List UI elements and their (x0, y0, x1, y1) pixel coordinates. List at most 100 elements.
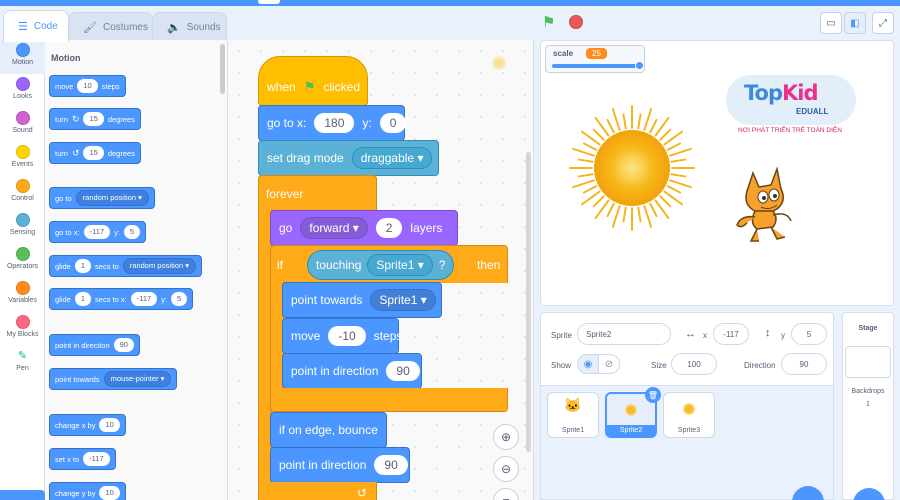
block-dropdown[interactable]: random position ▾ (75, 190, 149, 206)
sun-sprite[interactable] (569, 105, 695, 231)
small-stage-button[interactable]: ▭ (820, 12, 842, 34)
size-input[interactable]: 100 (671, 353, 717, 375)
block-input[interactable]: 10 (99, 486, 120, 500)
normal-stage-button[interactable]: ◧ (844, 12, 866, 34)
variable-monitor[interactable]: scale 25 (545, 45, 645, 73)
block-dropdown[interactable]: Sprite1 ▾ (370, 289, 436, 311)
block-input[interactable]: 90 (386, 361, 420, 381)
category-my-blocks[interactable]: My Blocks (0, 312, 45, 346)
category-looks[interactable]: Looks (0, 74, 45, 108)
category-variables[interactable]: Variables (0, 278, 45, 312)
palette-block-goto[interactable]: go to random position ▾ (49, 187, 155, 209)
block-input[interactable]: 15 (83, 146, 104, 160)
block-input[interactable]: 10 (77, 79, 98, 93)
block-dropdown[interactable]: mouse-pointer ▾ (103, 371, 172, 387)
sprite-thumb-sprite2[interactable]: Sprite2 🗑 (605, 387, 661, 438)
palette-block-point-towards[interactable]: point towards mouse-pointer ▾ (49, 368, 178, 390)
category-events[interactable]: Events (0, 142, 45, 176)
block-if-touching[interactable]: if touching Sprite1 ▾ ? then (270, 245, 508, 283)
block-dropdown[interactable]: random position ▾ (122, 258, 197, 274)
palette-block-set-x[interactable]: set x to -117 (49, 448, 116, 470)
block-input[interactable]: 180 (314, 113, 355, 133)
cat-sprite[interactable] (733, 165, 795, 245)
stage-canvas[interactable]: scale 25 TopKid EDUALL NƠI PHÁT TRIỂN TR… (540, 40, 894, 306)
palette-block-glide-xy[interactable]: glide 1 secs to x: -117 y: 5 (49, 288, 194, 310)
block-input[interactable]: 90 (113, 338, 134, 352)
palette-block-glide-to[interactable]: glide 1 secs to random position ▾ (49, 255, 203, 277)
green-flag-button[interactable]: ⚑ (542, 13, 555, 31)
size-label: Size (651, 361, 667, 370)
block-input[interactable]: 5 (123, 225, 141, 239)
block-dropdown[interactable]: Sprite1 ▾ (367, 254, 433, 276)
block-input[interactable]: 5 (171, 292, 188, 306)
forever-bottom: ↺ (258, 482, 377, 500)
block-input[interactable]: -117 (83, 452, 110, 466)
script-area[interactable]: when ⚑ clicked go to x: 180 y: 0 set dra… (228, 40, 534, 500)
palette-block-point-direction[interactable]: point in direction 90 (49, 334, 140, 356)
block-input[interactable]: 1 (74, 292, 92, 306)
block-input[interactable]: 1 (74, 259, 92, 273)
tab-sounds[interactable]: 🔈 Sounds (152, 12, 227, 42)
tab-costumes[interactable]: 🖌 Costumes (68, 12, 153, 42)
palette-block-goto-xy[interactable]: go to x: -117 y: 5 (49, 221, 147, 243)
category-operators[interactable]: Operators (0, 244, 45, 278)
block-text: glide (55, 294, 71, 304)
palette-block-change-y[interactable]: change y by 10 (49, 482, 126, 500)
delete-sprite-button[interactable]: 🗑 (645, 387, 661, 403)
category-motion[interactable]: Motion (0, 40, 45, 74)
palette-block-change-x[interactable]: change x by 10 (49, 414, 126, 436)
palette-block-turn-right[interactable]: turn ↻ 15 degrees (49, 108, 141, 130)
direction-input[interactable]: 90 (781, 353, 827, 375)
category-control[interactable]: Control (0, 176, 45, 210)
block-set-drag-mode[interactable]: set drag mode draggable ▾ (258, 140, 439, 176)
block-forever[interactable]: forever (258, 175, 377, 211)
category-pen[interactable]: ✎ Pen (0, 346, 45, 380)
block-go-layers[interactable]: go forward ▾ 2 layers (270, 210, 458, 246)
fullscreen-button[interactable]: ⤢ (872, 12, 894, 34)
monitor-slider-knob[interactable] (635, 61, 644, 70)
stage-thumbnail[interactable] (845, 346, 891, 378)
tab-code[interactable]: ☰ Code (3, 10, 69, 42)
block-when-flag-clicked[interactable]: when ⚑ clicked (258, 56, 368, 106)
sprite-thumb-sprite3[interactable]: Sprite3 (663, 392, 715, 438)
block-input[interactable]: 15 (83, 112, 104, 126)
extension-button[interactable] (0, 490, 45, 500)
block-input[interactable]: 2 (375, 218, 403, 238)
block-move[interactable]: move -10 steps (282, 318, 402, 354)
block-dropdown[interactable]: forward ▾ (300, 217, 368, 239)
monitor-slider-track[interactable] (552, 64, 640, 68)
dropdown-value: Sprite1 (376, 258, 415, 272)
block-text: point towards (55, 374, 100, 384)
block-input[interactable]: -10 (328, 326, 366, 346)
block-input[interactable]: 0 (379, 113, 407, 133)
x-input[interactable]: -117 (713, 323, 749, 345)
category-sensing[interactable]: Sensing (0, 210, 45, 244)
block-input[interactable]: 10 (99, 418, 120, 432)
block-input[interactable]: 90 (374, 455, 408, 475)
y-input[interactable]: 5 (791, 323, 827, 345)
hide-sprite-button[interactable]: ⊘ (598, 354, 620, 374)
workspace-scrollbar[interactable] (526, 152, 531, 452)
stage-selector[interactable]: Stage Backdrops 1 (842, 312, 894, 500)
zoom-in-button[interactable]: ⊕ (493, 424, 519, 450)
block-if-on-edge-bounce[interactable]: if on edge, bounce (270, 412, 387, 448)
category-sound[interactable]: Sound (0, 108, 45, 142)
stop-button[interactable] (569, 15, 583, 29)
zoom-out-button[interactable]: ⊖ (493, 456, 519, 482)
block-go-to-xy[interactable]: go to x: 180 y: 0 (258, 105, 407, 141)
show-sprite-button[interactable]: ◉ (577, 354, 599, 374)
topkid-logo[interactable]: TopKid EDUALL NƠI PHÁT TRIỂN TRẺ TOÀN DI… (726, 69, 861, 139)
block-dropdown[interactable]: draggable ▾ (351, 147, 433, 169)
block-input[interactable]: -117 (83, 225, 111, 239)
block-point-towards[interactable]: point towards Sprite1 ▾ (282, 282, 442, 318)
block-point-in-direction[interactable]: point in direction 90 (282, 353, 422, 389)
block-point-in-direction[interactable]: point in direction 90 (270, 447, 410, 483)
palette-block-move[interactable]: move 10 steps (49, 75, 126, 97)
operators-dot-icon (15, 247, 30, 261)
sensing-touching[interactable]: touching Sprite1 ▾ ? (307, 250, 455, 280)
sprite-name-input[interactable]: Sprite2 (577, 323, 671, 345)
block-input[interactable]: -117 (130, 292, 158, 306)
palette-block-turn-left[interactable]: turn ↺ 15 degrees (49, 142, 141, 164)
sprite-thumb-sprite1[interactable]: 🐱 Sprite1 (547, 392, 599, 438)
palette-scrollbar[interactable] (220, 44, 225, 94)
